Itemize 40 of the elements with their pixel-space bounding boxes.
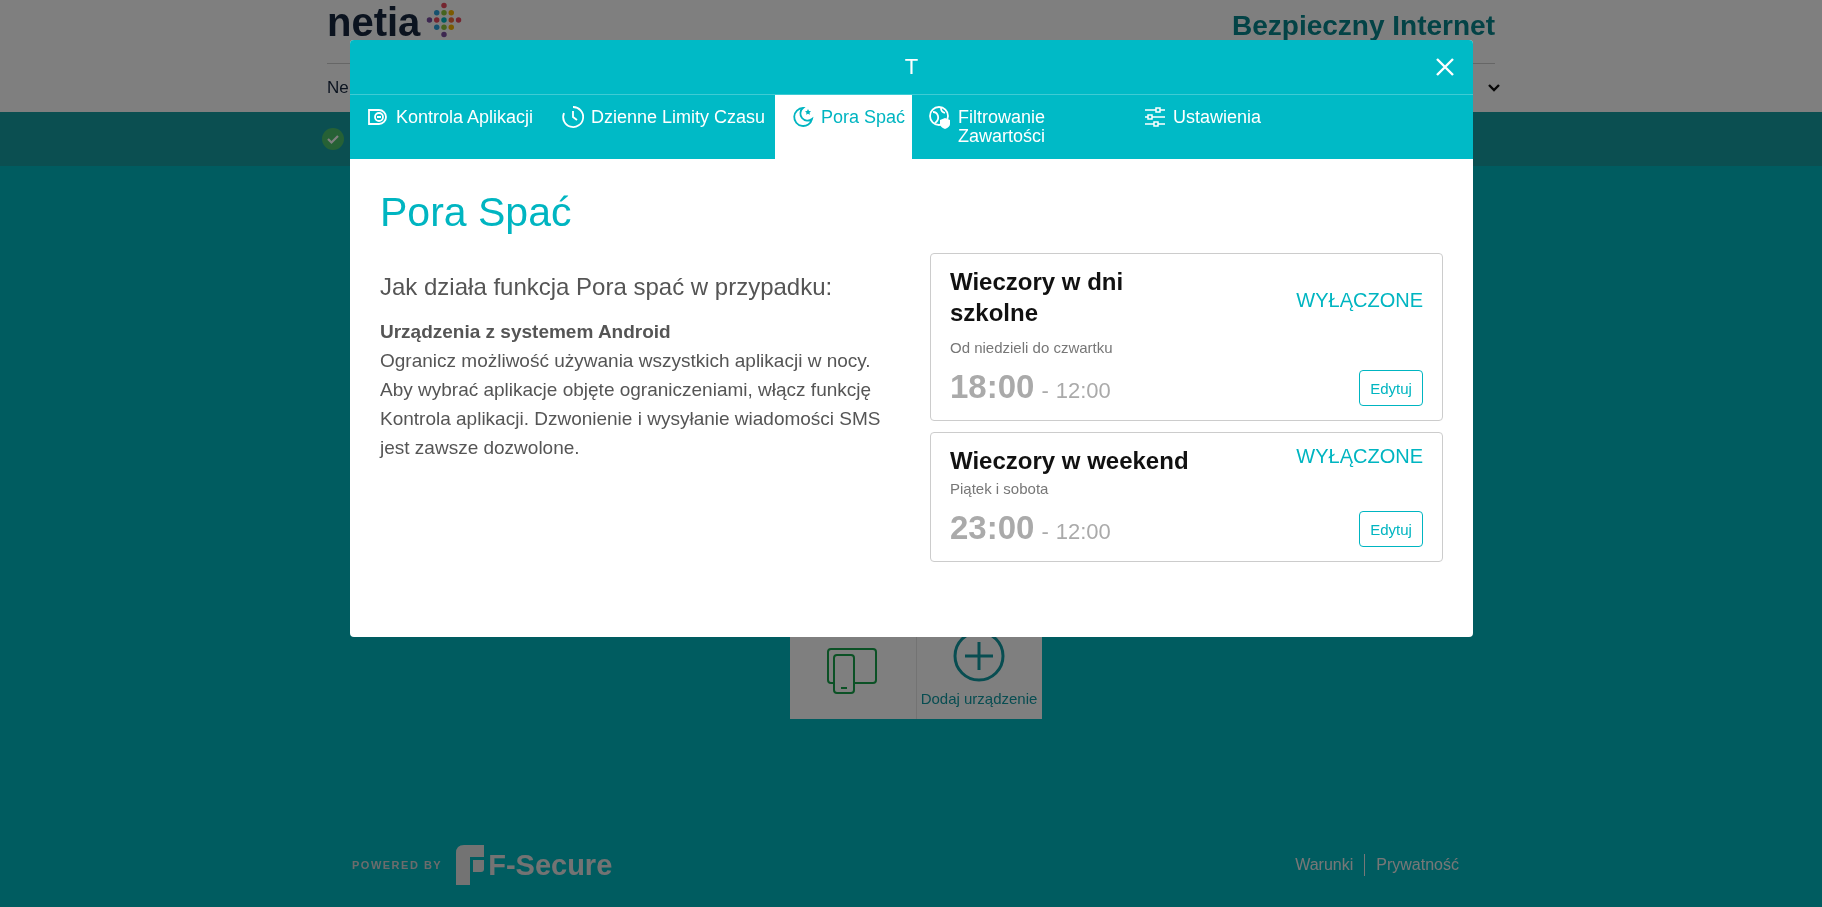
tab[interactable]: Filtrowanie Zawartości — [912, 95, 1127, 159]
brand-name: F-Secure — [488, 848, 613, 882]
tab[interactable]: Kontrola Aplikacji — [350, 95, 545, 159]
status-label: WYŁĄCZONE — [1296, 445, 1423, 468]
start-time: 18:00 — [950, 368, 1035, 406]
schedule-title: Wieczory w dni szkolne — [950, 267, 1125, 328]
end-time: 12:00 — [1055, 519, 1111, 545]
check-circle-icon — [321, 127, 345, 151]
site-title: Bezpieczny Internet — [1232, 12, 1495, 40]
moon-star-icon — [791, 105, 815, 129]
nav-item[interactable]: Ne — [327, 78, 349, 98]
section-title: Urządzenia z systemem Android — [380, 320, 672, 344]
edit-button[interactable]: Edytuj — [1359, 370, 1423, 406]
page-heading: Pora Spać — [380, 189, 573, 235]
brand-logo-icon — [456, 845, 485, 885]
globe-shield-icon — [928, 105, 952, 129]
footer-link[interactable]: Prywatność — [1364, 854, 1470, 876]
devices-icon — [825, 647, 880, 695]
end-time: 12:00 — [1055, 378, 1111, 404]
schedule-days: Od niedzieli do czwartku — [950, 339, 1423, 356]
footer-link[interactable]: Warunki — [1284, 854, 1365, 876]
tab[interactable]: Dzienne Limity Czasu — [545, 95, 775, 159]
description-text: Ogranicz możliwość używania wszystkich aplikacji w nocy. Aby wybrać aplikacje objęte ograniczeniami, włącz funkcję Kontrola aplikacji. Dzwonienie i wysyłanie wiadomości SMS jest zawsze dozwolone. — [380, 349, 882, 460]
edit-button[interactable]: Edytuj — [1359, 511, 1423, 547]
time-separator: - — [1041, 378, 1049, 404]
dialog-title: T — [904, 54, 919, 80]
sliders-icon — [1143, 105, 1167, 129]
tab[interactable]: Ustawienia — [1127, 95, 1262, 159]
chevron-down-icon[interactable] — [1487, 83, 1501, 93]
start-time: 23:00 — [950, 509, 1035, 547]
schedule-days: Piątek i sobota — [950, 480, 1423, 497]
schedule-title: Wieczory w weekend — [950, 446, 1189, 476]
clock-icon — [561, 105, 585, 129]
intro-text: Jak działa funkcja Pora spać w przypadku: — [380, 273, 834, 301]
time-separator: - — [1041, 519, 1049, 545]
tab[interactable]: Pora Spać — [775, 95, 912, 159]
add-device-label: Dodaj urządzenie — [920, 690, 1038, 707]
logo-text: netia — [327, 4, 421, 40]
powered-by-label: POWERED BY — [352, 859, 443, 871]
status-label: WYŁĄCZONE — [1296, 289, 1423, 312]
